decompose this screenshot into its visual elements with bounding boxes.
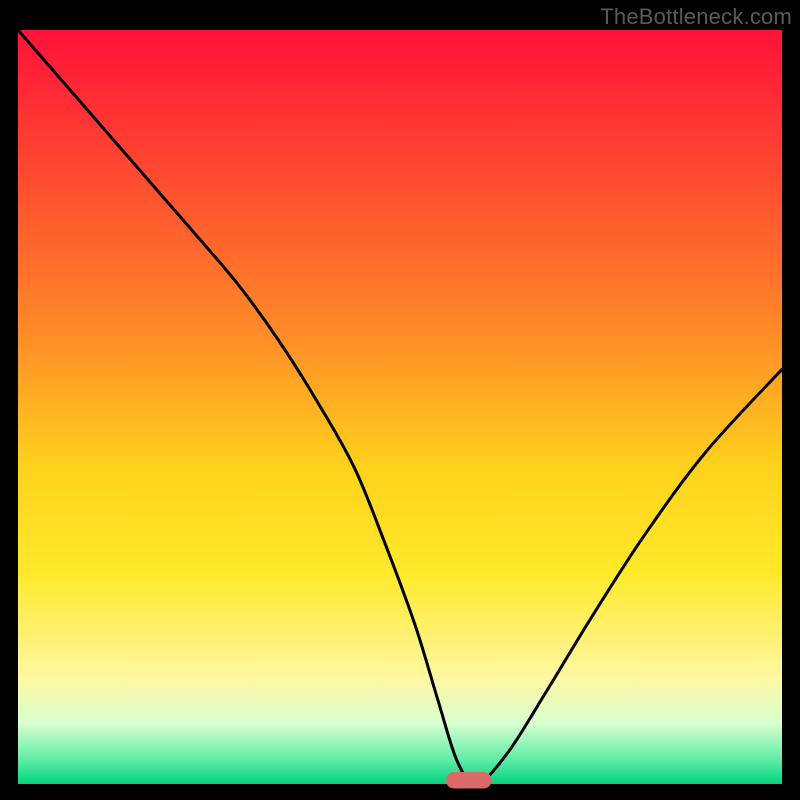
watermark-text: TheBottleneck.com: [600, 4, 792, 30]
gradient-background: [18, 30, 782, 784]
bottleneck-chart: [0, 0, 800, 800]
optimal-marker: [446, 772, 492, 789]
chart-stage: TheBottleneck.com: [0, 0, 800, 800]
